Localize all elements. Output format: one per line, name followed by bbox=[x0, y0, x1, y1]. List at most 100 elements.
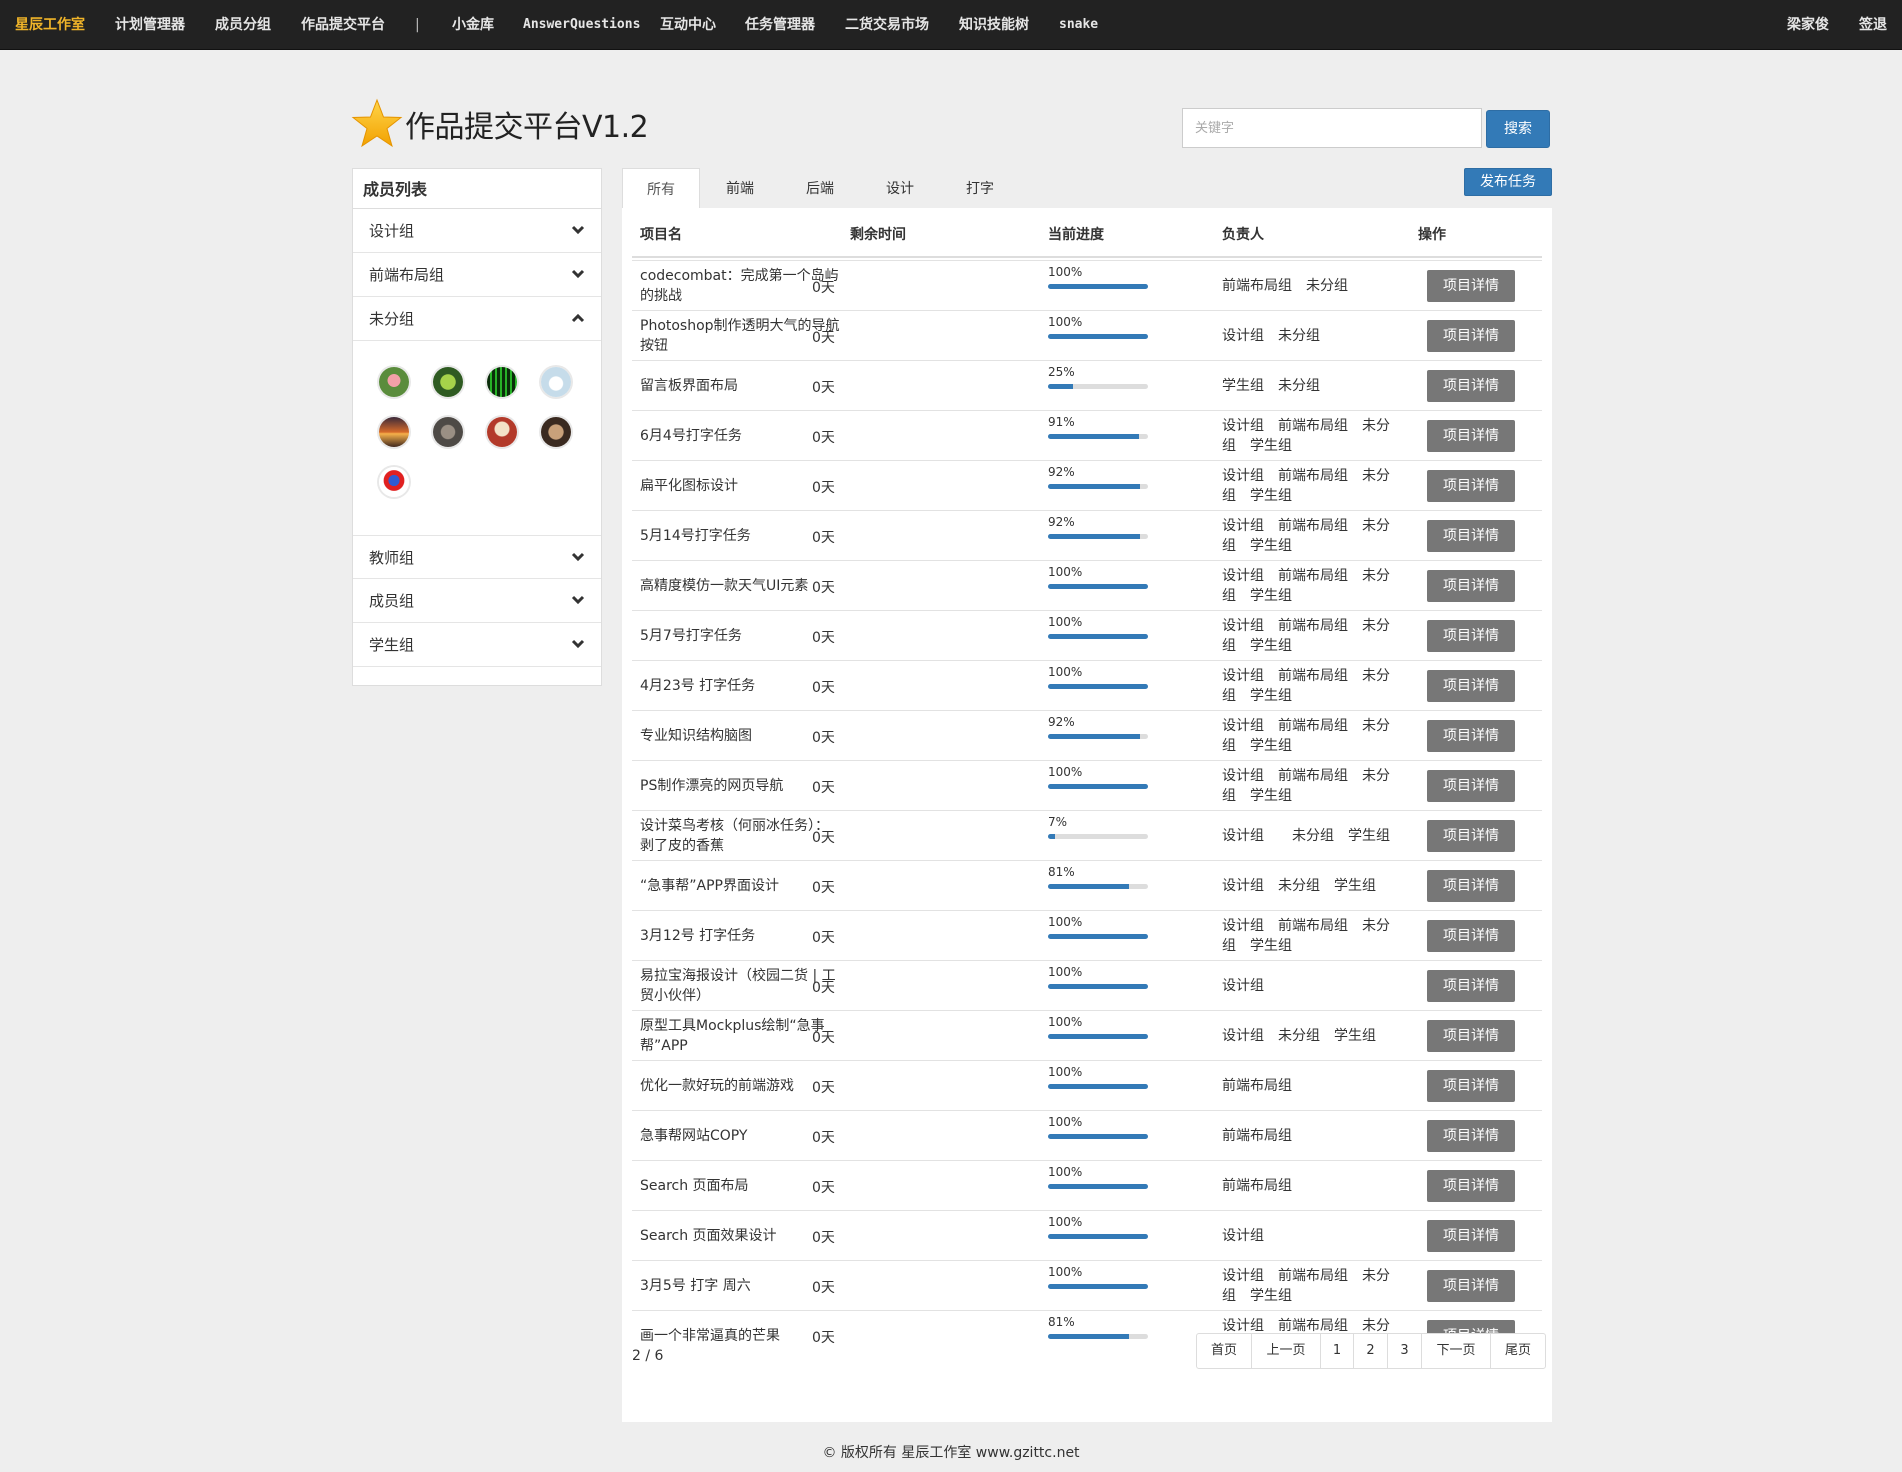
pager-page-1[interactable]: 1 bbox=[1320, 1333, 1354, 1369]
publish-task-button[interactable]: 发布任务 bbox=[1464, 168, 1552, 196]
remaining-time: 0天 bbox=[812, 1230, 835, 1246]
owner-groups: 设计组 前端布局组 未分组 学生组 bbox=[1222, 618, 1390, 654]
project-detail-button[interactable]: 项目详情 bbox=[1427, 620, 1515, 652]
table-row: 设计菜鸟考核（何丽冰任务）：剥了皮的香蕉 0天 7% 设计组 未分组 学生组 项目详情 bbox=[632, 810, 1542, 860]
progress-bar bbox=[1048, 884, 1148, 889]
pager-next[interactable]: 下一页 bbox=[1421, 1333, 1491, 1369]
tab-design[interactable]: 设计 bbox=[860, 168, 940, 209]
project-name: 5月14号打字任务 bbox=[640, 528, 751, 544]
project-detail-button[interactable]: 项目详情 bbox=[1427, 870, 1515, 902]
avatar[interactable] bbox=[541, 417, 571, 447]
group-member[interactable]: 成员组 bbox=[353, 579, 601, 623]
nav-item-task-manager[interactable]: 任务管理器 bbox=[745, 0, 815, 50]
pager-first[interactable]: 首页 bbox=[1196, 1333, 1252, 1369]
avatar[interactable] bbox=[379, 417, 409, 447]
project-name: codecombat：完成第一个岛屿的挑战 bbox=[640, 268, 839, 304]
search-button[interactable]: 搜索 bbox=[1486, 110, 1550, 148]
search-input[interactable] bbox=[1182, 108, 1482, 148]
avatar[interactable] bbox=[379, 367, 409, 397]
owner-groups: 设计组 前端布局组 未分组 学生组 bbox=[1222, 1268, 1390, 1304]
project-detail-button[interactable]: 项目详情 bbox=[1427, 570, 1515, 602]
project-detail-button[interactable]: 项目详情 bbox=[1427, 670, 1515, 702]
nav-item-interaction-center[interactable]: 互动中心 bbox=[660, 0, 716, 50]
nav-item-treasury[interactable]: 小金库 bbox=[452, 0, 494, 50]
project-detail-button[interactable]: 项目详情 bbox=[1427, 470, 1515, 502]
nav-item-skill-tree[interactable]: 知识技能树 bbox=[959, 0, 1029, 50]
progress-fill bbox=[1048, 834, 1055, 839]
tab-frontend[interactable]: 前端 bbox=[700, 168, 780, 209]
progress-bar bbox=[1048, 984, 1148, 989]
nav-signout[interactable]: 签退 bbox=[1859, 0, 1887, 50]
group-design[interactable]: 设计组 bbox=[353, 209, 601, 253]
progress-fill bbox=[1048, 584, 1148, 589]
project-name: 高精度模仿一款天气UI元素 bbox=[640, 578, 809, 594]
nav-user-name[interactable]: 梁家俊 bbox=[1787, 0, 1829, 50]
project-detail-button[interactable]: 项目详情 bbox=[1427, 970, 1515, 1002]
progress-bar bbox=[1048, 1134, 1148, 1139]
tab-backend[interactable]: 后端 bbox=[780, 168, 860, 209]
tab-all[interactable]: 所有 bbox=[622, 168, 700, 209]
nav-item-plan-manager[interactable]: 计划管理器 bbox=[115, 0, 185, 50]
group-label: 设计组 bbox=[369, 222, 415, 240]
avatar[interactable] bbox=[487, 367, 517, 397]
group-frontend[interactable]: 前端布局组 bbox=[353, 253, 601, 297]
project-detail-button[interactable]: 项目详情 bbox=[1427, 270, 1515, 302]
project-detail-button[interactable]: 项目详情 bbox=[1427, 420, 1515, 452]
progress-fill bbox=[1048, 1084, 1148, 1089]
project-detail-button[interactable]: 项目详情 bbox=[1427, 1170, 1515, 1202]
avatar[interactable] bbox=[379, 467, 409, 497]
avatar[interactable] bbox=[433, 417, 463, 447]
remaining-time: 0天 bbox=[812, 880, 835, 896]
progress-fill bbox=[1048, 984, 1148, 989]
project-detail-button[interactable]: 项目详情 bbox=[1427, 370, 1515, 402]
nav-item-market[interactable]: 二货交易市场 bbox=[845, 0, 929, 50]
nav-item-snake[interactable]: snake bbox=[1059, 0, 1098, 50]
avatar[interactable] bbox=[433, 367, 463, 397]
owner-groups: 设计组 前端布局组 未分组 学生组 bbox=[1222, 568, 1390, 604]
project-detail-button[interactable]: 项目详情 bbox=[1427, 520, 1515, 552]
group-student[interactable]: 学生组 bbox=[353, 623, 601, 667]
project-name: 原型工具Mockplus绘制“急事帮”APP bbox=[640, 1018, 825, 1054]
project-detail-button[interactable]: 项目详情 bbox=[1427, 1220, 1515, 1252]
nav-item-member-groups[interactable]: 成员分组 bbox=[215, 0, 271, 50]
progress-label: 7% bbox=[1048, 815, 1068, 829]
group-ungrouped[interactable]: 未分组 bbox=[353, 297, 601, 341]
remaining-time: 0天 bbox=[812, 1280, 835, 1296]
group-label: 教师组 bbox=[369, 549, 415, 567]
nav-item-work-submission[interactable]: 作品提交平台 bbox=[301, 0, 385, 50]
project-detail-button[interactable]: 项目详情 bbox=[1427, 1070, 1515, 1102]
owner-groups: 学生组 未分组 bbox=[1222, 378, 1320, 394]
remaining-time: 0天 bbox=[812, 680, 835, 696]
progress-fill bbox=[1048, 534, 1140, 539]
progress-bar bbox=[1048, 384, 1148, 389]
chevron-down-icon bbox=[571, 269, 585, 279]
progress-fill bbox=[1048, 384, 1073, 389]
pager-last[interactable]: 尾页 bbox=[1490, 1333, 1546, 1369]
remaining-time: 0天 bbox=[812, 580, 835, 596]
remaining-time: 0天 bbox=[812, 330, 835, 346]
chevron-down-icon bbox=[571, 595, 585, 605]
progress-bar bbox=[1048, 1184, 1148, 1189]
project-detail-button[interactable]: 项目详情 bbox=[1427, 720, 1515, 752]
pager-page-3[interactable]: 3 bbox=[1387, 1333, 1422, 1369]
project-detail-button[interactable]: 项目详情 bbox=[1427, 320, 1515, 352]
project-detail-button[interactable]: 项目详情 bbox=[1427, 1020, 1515, 1052]
progress-bar bbox=[1048, 634, 1148, 639]
project-detail-button[interactable]: 项目详情 bbox=[1427, 820, 1515, 852]
owner-groups: 设计组 bbox=[1222, 978, 1264, 994]
nav-item-answer-questions[interactable]: AnswerQuestions bbox=[523, 0, 640, 50]
group-teacher[interactable]: 教师组 bbox=[353, 535, 601, 579]
pager-prev[interactable]: 上一页 bbox=[1251, 1333, 1321, 1369]
project-detail-button[interactable]: 项目详情 bbox=[1427, 1120, 1515, 1152]
tab-typing[interactable]: 打字 bbox=[940, 168, 1020, 209]
nav-brand[interactable]: 星辰工作室 bbox=[15, 0, 85, 50]
progress-fill bbox=[1048, 734, 1140, 739]
pager-page-2[interactable]: 2 bbox=[1353, 1333, 1388, 1369]
avatar[interactable] bbox=[541, 367, 571, 397]
avatar[interactable] bbox=[487, 417, 517, 447]
project-detail-button[interactable]: 项目详情 bbox=[1427, 1270, 1515, 1302]
progress-fill bbox=[1048, 334, 1148, 339]
progress-fill bbox=[1048, 884, 1129, 889]
project-detail-button[interactable]: 项目详情 bbox=[1427, 770, 1515, 802]
project-detail-button[interactable]: 项目详情 bbox=[1427, 920, 1515, 952]
